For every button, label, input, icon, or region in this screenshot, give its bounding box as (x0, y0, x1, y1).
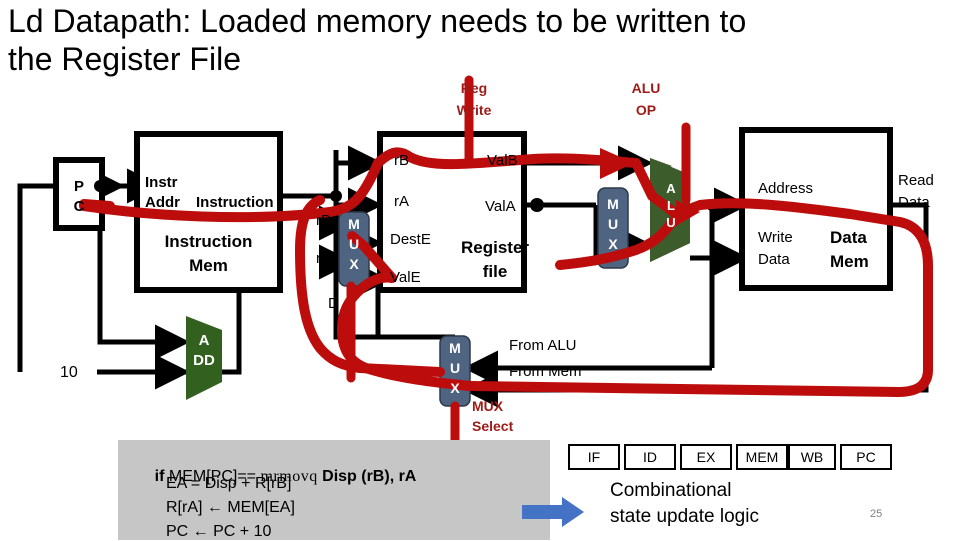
decode-mux-in-bottom-label: rA (316, 250, 331, 267)
code-line-4: PC ← PC + 10 (166, 523, 272, 540)
combinational-caption-line2: state update logic (610, 506, 759, 527)
regfile-output-valb-label: ValB (487, 152, 518, 169)
reg-write-label-line2: Write (456, 102, 492, 118)
blue-arrow-icon (522, 497, 584, 527)
instruction-semantics-box: if MEM[PC]== mrmovq Disp (rB), rA EA = D… (118, 440, 550, 540)
register-file-title-line2: file (482, 262, 508, 281)
page-number: 25 (870, 508, 883, 520)
stage-box-ex[interactable]: EX (680, 444, 732, 470)
instr-addr-label-line2: Addr (145, 194, 180, 211)
regfile-input-deste-label: DestE (390, 231, 431, 248)
exec-mux-glyph[interactable]: M U X (602, 194, 624, 254)
pc-label-p: P (73, 178, 84, 195)
exec-mux-letter-x: X (608, 236, 618, 252)
decode-mux-in-top-label: rB (316, 212, 331, 229)
data-mem-read-data-line2: Data (898, 194, 930, 211)
stage-box-pc[interactable]: PC (840, 444, 892, 470)
register-file-title-line1: Register (460, 238, 530, 257)
decode-mux-letter-u: U (348, 236, 360, 252)
combinational-caption-line1: Combinational (610, 480, 732, 501)
stage-box-mem[interactable]: MEM (736, 444, 788, 470)
adder-label-line2: DD (193, 352, 215, 369)
wb-mux-letter-x: X (450, 380, 460, 396)
writeback-mux-in-bottom-label: From Mem (509, 363, 582, 380)
pc-label-c: C (73, 198, 85, 215)
stage-box-wb[interactable]: WB (788, 444, 836, 470)
decode-mux-glyph[interactable]: M U X (343, 214, 365, 274)
data-mem-address-label: Address (758, 180, 814, 197)
wb-mux-letter-m: M (449, 340, 461, 356)
instruction-mem-title-line1: Instruction (164, 232, 253, 251)
regfile-input-ra-label: rA (394, 193, 409, 210)
reg-write-label-line1: Reg (460, 80, 488, 96)
data-mem-title-line1: Data (830, 228, 867, 247)
alu-op-label-line1: ALU (631, 80, 661, 96)
decode-mux-letter-x: X (349, 256, 359, 272)
stage-box-id[interactable]: ID (624, 444, 676, 470)
instruction-mem-title-line2: Mem (189, 256, 228, 275)
decode-mux-in-extra-label: D (328, 295, 339, 312)
regfile-output-vala-label: ValA (485, 198, 516, 215)
decode-mux-letter-m: M (348, 216, 360, 232)
stage-box-if[interactable]: IF (568, 444, 620, 470)
instruction-out-label: Instruction (196, 194, 274, 211)
data-mem-title-line2: Mem (830, 252, 869, 271)
slide-canvas: Ld Datapath: Loaded memory needs to be w… (0, 0, 960, 540)
data-mem-write-data-line2: Data (758, 251, 790, 268)
code-line-3: R[rA] ← MEM[EA] (166, 499, 295, 516)
exec-mux-letter-m: M (607, 196, 619, 212)
data-mem-read-data-line1: Read (898, 172, 934, 189)
wb-mux-letter-u: U (449, 360, 461, 376)
instr-addr-label-line1: Instr (145, 174, 178, 191)
data-mem-write-data-line1: Write (758, 229, 793, 246)
adder-label-line1: A (198, 332, 210, 349)
alu-glyph: ALU (666, 181, 676, 230)
code-line1-operands: Disp (rB), rA (317, 468, 417, 485)
combinational-caption: Combinational state update logic (610, 478, 860, 530)
regfile-input-rb-label: rB (394, 152, 409, 169)
writeback-mux-in-top-label: From ALU (509, 337, 577, 354)
mux-select-label-line1: MUX (472, 398, 504, 414)
mux-select-label-line2: Select (472, 418, 514, 434)
adder-increment-label: 10 (60, 364, 78, 381)
exec-mux-letter-u: U (607, 216, 619, 232)
alu-op-label-line2: OP (635, 102, 657, 118)
code-line-2: EA = Disp + R[rB] (166, 475, 292, 492)
regfile-input-vale-label: ValE (390, 269, 421, 286)
writeback-mux-glyph[interactable]: M U X (444, 338, 466, 398)
